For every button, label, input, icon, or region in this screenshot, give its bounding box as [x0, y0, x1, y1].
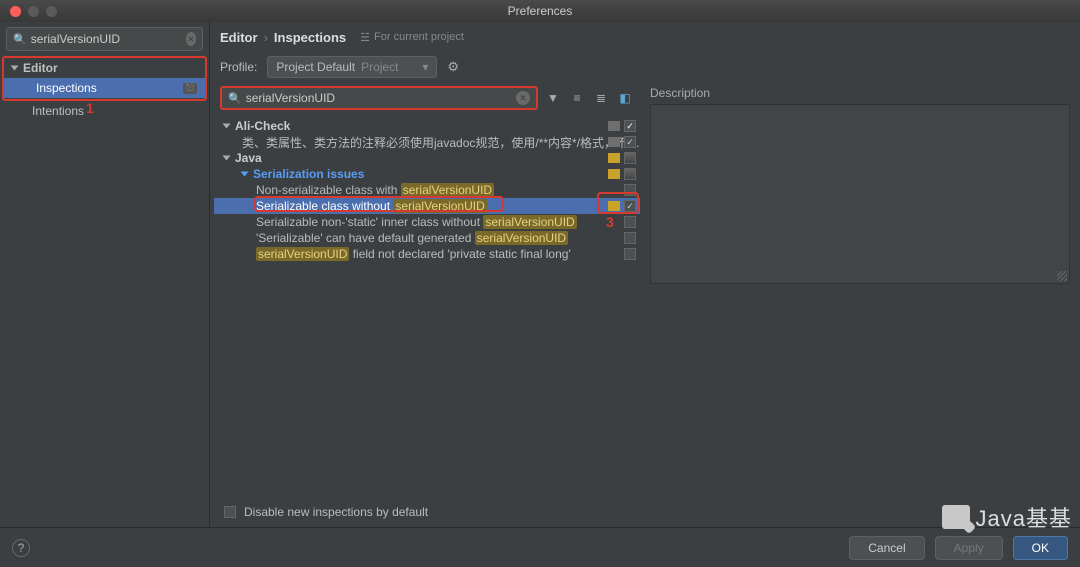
inspection-search-input[interactable]: [246, 91, 516, 105]
gear-icon[interactable]: ⚙: [447, 59, 459, 75]
annotation-3: 3: [606, 214, 614, 230]
checkbox[interactable]: ✓: [624, 120, 636, 132]
sidebar-item-inspections[interactable]: Inspections ⎋: [4, 78, 205, 98]
profile-label: Profile:: [220, 60, 257, 74]
chevron-down-icon: [223, 124, 231, 129]
checkbox-mixed[interactable]: [624, 168, 636, 180]
checkbox[interactable]: [624, 248, 636, 260]
reset-icon[interactable]: ◧: [616, 89, 634, 107]
current-project-indicator: ☱ For current project: [360, 31, 464, 44]
watermark: Java基基: [942, 501, 1072, 533]
help-button[interactable]: ?: [12, 539, 30, 557]
checkbox-mixed[interactable]: [624, 152, 636, 164]
settings-sidebar: 🔍 ✕ Editor Inspections ⎋ Intentions 1: [0, 22, 210, 527]
cancel-button[interactable]: Cancel: [849, 536, 924, 560]
tree-item[interactable]: serialVersionUID field not declared 'pri…: [214, 246, 640, 262]
tree-group-alicheck[interactable]: Ali-Check ✓: [214, 118, 640, 134]
project-icon: ☱: [360, 31, 370, 44]
collapse-all-icon[interactable]: ≣: [592, 89, 610, 107]
tree-group-serialization[interactable]: Serialization issues: [214, 166, 640, 182]
checkbox[interactable]: ✓: [624, 136, 636, 148]
sidebar-search[interactable]: 🔍 ✕: [6, 27, 203, 51]
chevron-down-icon: ▾: [422, 60, 428, 74]
description-panel: [650, 104, 1070, 284]
checkbox[interactable]: [624, 232, 636, 244]
chevron-down-icon: [11, 66, 19, 71]
tree-item[interactable]: 'Serializable' can have default generate…: [214, 230, 640, 246]
disable-new-checkbox[interactable]: [224, 506, 236, 518]
profile-dropdown[interactable]: Project Default Project ▾: [267, 56, 437, 78]
search-icon: 🔍: [13, 33, 27, 46]
window-title: Preferences: [0, 4, 1080, 18]
tree-item[interactable]: Non-serializable class with serialVersio…: [214, 182, 640, 198]
clear-search-icon[interactable]: ✕: [186, 32, 196, 46]
tree-item[interactable]: Serializable non-'static' inner class wi…: [214, 214, 640, 230]
chevron-down-icon: [223, 156, 231, 161]
apply-button[interactable]: Apply: [935, 536, 1003, 560]
search-icon: 🔍: [228, 92, 242, 105]
sidebar-item-intentions[interactable]: Intentions: [0, 101, 209, 121]
sidebar-category-editor[interactable]: Editor: [4, 58, 205, 78]
clear-search-icon[interactable]: ✕: [516, 91, 530, 105]
filter-icon[interactable]: ▼: [544, 89, 562, 107]
inspection-tree[interactable]: Ali-Check ✓ 类、类属性、类方法的注释必须使用javadoc规范，使用…: [214, 114, 640, 497]
disable-new-label: Disable new inspections by default: [244, 505, 428, 519]
inspection-search[interactable]: 🔍 ✕: [220, 86, 538, 110]
expand-all-icon[interactable]: ≡: [568, 89, 586, 107]
wechat-icon: [942, 505, 970, 529]
checkbox[interactable]: ✓: [624, 200, 636, 212]
description-label: Description: [650, 86, 1070, 100]
chevron-down-icon: [241, 172, 249, 177]
reset-badge-icon: ⎋: [183, 83, 197, 94]
tree-group-java[interactable]: Java: [214, 150, 640, 166]
checkbox[interactable]: [624, 184, 636, 196]
breadcrumb: Editor›Inspections: [220, 30, 346, 45]
window-titlebar: Preferences: [0, 0, 1080, 22]
sidebar-search-input[interactable]: [31, 32, 186, 46]
annotation-1: 1: [86, 100, 94, 116]
tree-item-alicheck-child[interactable]: 类、类属性、类方法的注释必须使用javadoc规范，使用/**内容*/格式，不……: [214, 134, 640, 150]
ok-button[interactable]: OK: [1013, 536, 1068, 560]
tree-item-selected[interactable]: Serializable class without serialVersion…: [214, 198, 640, 214]
checkbox[interactable]: [624, 216, 636, 228]
